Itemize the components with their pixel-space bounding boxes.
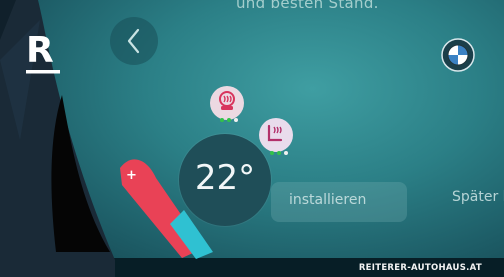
screen: und besten Stand. installieren Später le… (0, 0, 504, 277)
logo-letter: R (26, 30, 54, 71)
seat-ventilation-icon (267, 124, 283, 142)
seat-ventilation-level (270, 151, 288, 155)
bmw-roundel-icon (441, 38, 475, 72)
top-message: und besten Stand. (236, 0, 379, 12)
seat-heating-button[interactable] (210, 86, 244, 120)
dealer-logo: R (24, 28, 64, 78)
chevron-left-icon (127, 28, 140, 54)
install-label: installieren (289, 192, 367, 208)
watermark: REITERER-AUTOHAUS.AT (358, 263, 482, 273)
seat-heating-level (220, 118, 238, 122)
seat-heating-icon (219, 91, 235, 110)
plus-sign: + (126, 168, 137, 183)
temperature-display[interactable]: 22° (179, 134, 271, 226)
install-button[interactable]: installieren (271, 182, 407, 222)
temperature-value: 22° (194, 158, 256, 198)
seat-ventilation-button[interactable] (259, 118, 293, 152)
back-button[interactable] (110, 17, 158, 65)
later-button[interactable]: Später le (452, 189, 504, 205)
